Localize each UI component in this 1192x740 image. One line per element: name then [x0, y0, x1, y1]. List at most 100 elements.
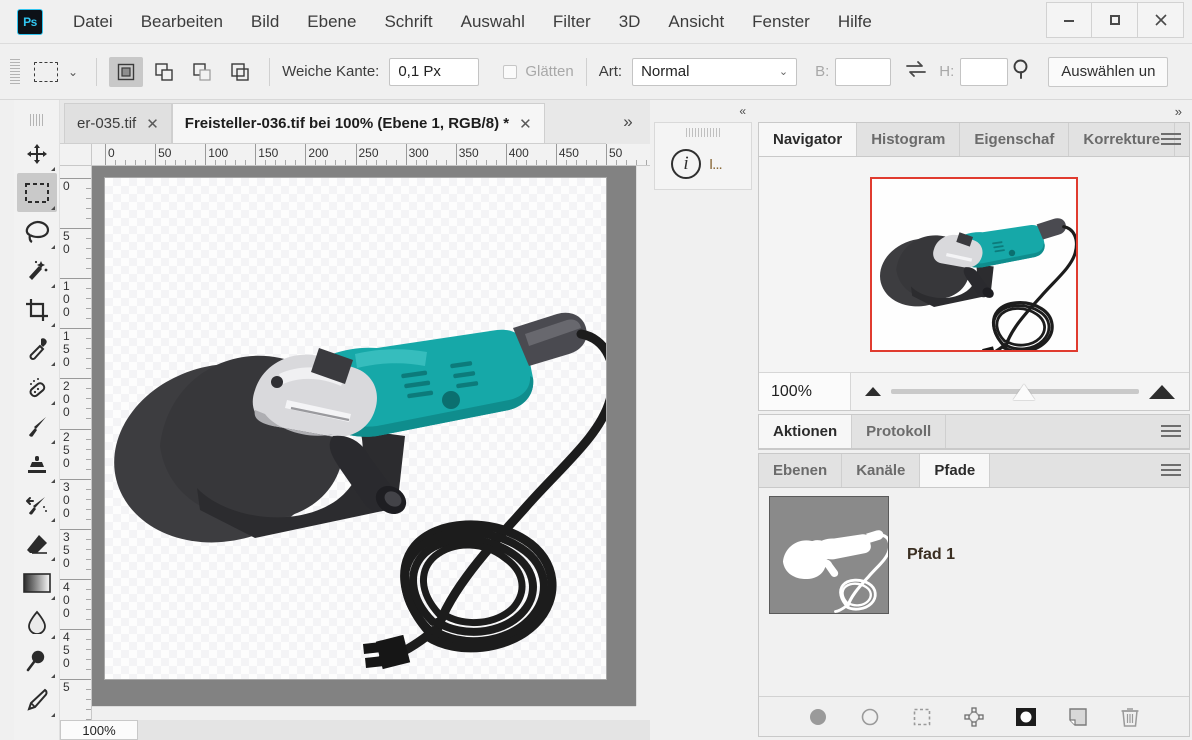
lasso-tool[interactable]	[17, 212, 57, 251]
document-tab-inactive[interactable]: er-035.tif ✕	[64, 103, 172, 143]
canvas-vertical-scrollbar[interactable]	[636, 166, 650, 706]
navigator-zoom-value[interactable]: 100%	[759, 373, 851, 410]
document-tab-active[interactable]: Freisteller-036.tif bei 100% (Ebene 1, R…	[172, 103, 545, 143]
tab-protokoll[interactable]: Protokoll	[852, 415, 946, 448]
width-input[interactable]	[835, 58, 891, 86]
blur-tool[interactable]	[17, 602, 57, 641]
ruler-subtick	[86, 258, 91, 259]
tab-navigator[interactable]: Navigator	[759, 123, 857, 156]
dodge-tool[interactable]	[17, 641, 57, 680]
tab-korrekturen[interactable]: Korrekture	[1069, 123, 1175, 156]
vertical-ruler[interactable]: 0501001502002503003504004505	[60, 166, 92, 740]
info-panel-grip[interactable]	[686, 128, 720, 137]
path-list-item[interactable]: Pfad 1	[759, 488, 1189, 622]
menu-filter[interactable]: Filter	[539, 8, 605, 36]
info-panel-row[interactable]: i I...	[655, 149, 751, 179]
stroke-path-icon[interactable]	[857, 704, 883, 730]
menu-datei[interactable]: Datei	[59, 8, 127, 36]
ruler-subtick	[86, 238, 91, 239]
menu-auswahl[interactable]: Auswahl	[447, 8, 539, 36]
navigator-slider-thumb[interactable]	[1013, 384, 1035, 400]
minimize-button[interactable]	[1046, 2, 1092, 38]
menu-ansicht[interactable]: Ansicht	[654, 8, 738, 36]
tool-preset-picker[interactable]: ⌄	[28, 62, 84, 82]
pen-tool[interactable]	[17, 680, 57, 719]
delete-path-icon[interactable]	[1117, 704, 1143, 730]
select-and-mask-button[interactable]: Auswählen un	[1048, 57, 1168, 87]
subtract-from-selection-button[interactable]	[185, 57, 219, 87]
menu-ebene[interactable]: Ebene	[293, 8, 370, 36]
tab-histogramm[interactable]: Histogram	[857, 123, 960, 156]
maximize-button[interactable]	[1092, 2, 1138, 38]
panel-menu-icon[interactable]	[1161, 133, 1181, 147]
navigator-preview-area[interactable]	[759, 157, 1189, 372]
tab-ebenen[interactable]: Ebenen	[759, 454, 842, 487]
add-layer-mask-icon[interactable]	[1013, 704, 1039, 730]
close-icon[interactable]: ✕	[146, 115, 159, 133]
ruler-subtick	[86, 208, 91, 209]
eraser-tool[interactable]	[17, 524, 57, 563]
tab-kanaele[interactable]: Kanäle	[842, 454, 920, 487]
info-panel-collapse-button[interactable]: «	[652, 100, 754, 122]
history-brush-tool[interactable]	[17, 485, 57, 524]
navigator-zoom-slider[interactable]	[851, 385, 1189, 399]
canvas-horizontal-scrollbar[interactable]	[92, 706, 636, 720]
menu-3d[interactable]: 3D	[605, 8, 655, 36]
fill-path-icon[interactable]	[805, 704, 831, 730]
healing-brush-tool[interactable]	[17, 368, 57, 407]
toolbar-grip[interactable]	[30, 114, 44, 126]
path-thumbnail[interactable]	[769, 496, 889, 614]
horizontal-ruler[interactable]: 05010015020025030035040045050	[92, 144, 650, 166]
swap-arrows-icon[interactable]	[905, 60, 927, 83]
antialias-checkbox[interactable]	[503, 65, 517, 79]
load-selection-from-path-icon[interactable]	[909, 704, 935, 730]
large-mountain-icon[interactable]	[1149, 385, 1175, 399]
ruler-subtick	[86, 368, 91, 369]
new-selection-button[interactable]	[109, 57, 143, 87]
brush-tool[interactable]	[17, 407, 57, 446]
menu-hilfe[interactable]: Hilfe	[824, 8, 886, 36]
navigator-slider-track[interactable]	[891, 389, 1139, 394]
tab-overflow-button[interactable]: »	[606, 100, 650, 144]
ruler-subtick	[86, 509, 91, 510]
ruler-corner[interactable]	[60, 144, 92, 166]
ruler-subtick	[86, 689, 91, 690]
add-to-selection-button[interactable]	[147, 57, 181, 87]
menu-schrift[interactable]: Schrift	[370, 8, 446, 36]
clone-stamp-tool[interactable]	[17, 446, 57, 485]
close-button[interactable]	[1138, 2, 1184, 38]
move-tool[interactable]	[17, 134, 57, 173]
ruler-subtick	[496, 160, 497, 165]
new-path-icon[interactable]	[1065, 704, 1091, 730]
close-icon[interactable]: ✕	[519, 115, 532, 133]
style-select[interactable]: Normal ⌄	[632, 58, 797, 86]
canvas-viewport[interactable]	[92, 166, 636, 706]
canvas-page[interactable]	[105, 178, 606, 679]
magic-wand-tool[interactable]	[17, 251, 57, 290]
zoom-level-input[interactable]: 100%	[60, 720, 138, 740]
ruler-subtick	[576, 160, 577, 165]
make-path-from-selection-icon[interactable]	[961, 704, 987, 730]
height-input[interactable]	[960, 58, 1008, 86]
info-panel[interactable]: i I...	[654, 122, 752, 190]
gradient-tool[interactable]	[17, 563, 57, 602]
tab-pfade[interactable]: Pfade	[920, 454, 990, 487]
tab-aktionen[interactable]: Aktionen	[759, 415, 852, 448]
options-bar-grip[interactable]	[10, 59, 20, 85]
intersect-selection-button[interactable]	[223, 57, 257, 87]
right-dock-collapse-button[interactable]: »	[756, 100, 1192, 122]
menu-fenster[interactable]: Fenster	[738, 8, 824, 36]
rectangular-marquee-tool[interactable]	[17, 173, 57, 212]
small-mountain-icon[interactable]	[865, 387, 881, 396]
search-icon[interactable]	[1010, 57, 1034, 86]
tab-eigenschaften[interactable]: Eigenschaf	[960, 123, 1069, 156]
crop-tool[interactable]	[17, 290, 57, 329]
menu-bearbeiten[interactable]: Bearbeiten	[127, 8, 237, 36]
menu-bild[interactable]: Bild	[237, 8, 293, 36]
eyedropper-tool[interactable]	[17, 329, 57, 368]
document-tab-strip: er-035.tif ✕ Freisteller-036.tif bei 100…	[60, 100, 650, 144]
panel-menu-icon[interactable]	[1161, 464, 1181, 478]
feather-input[interactable]: 0,1 Px	[389, 58, 479, 86]
panel-menu-icon[interactable]	[1161, 425, 1181, 439]
navigator-view-box[interactable]	[870, 177, 1078, 352]
